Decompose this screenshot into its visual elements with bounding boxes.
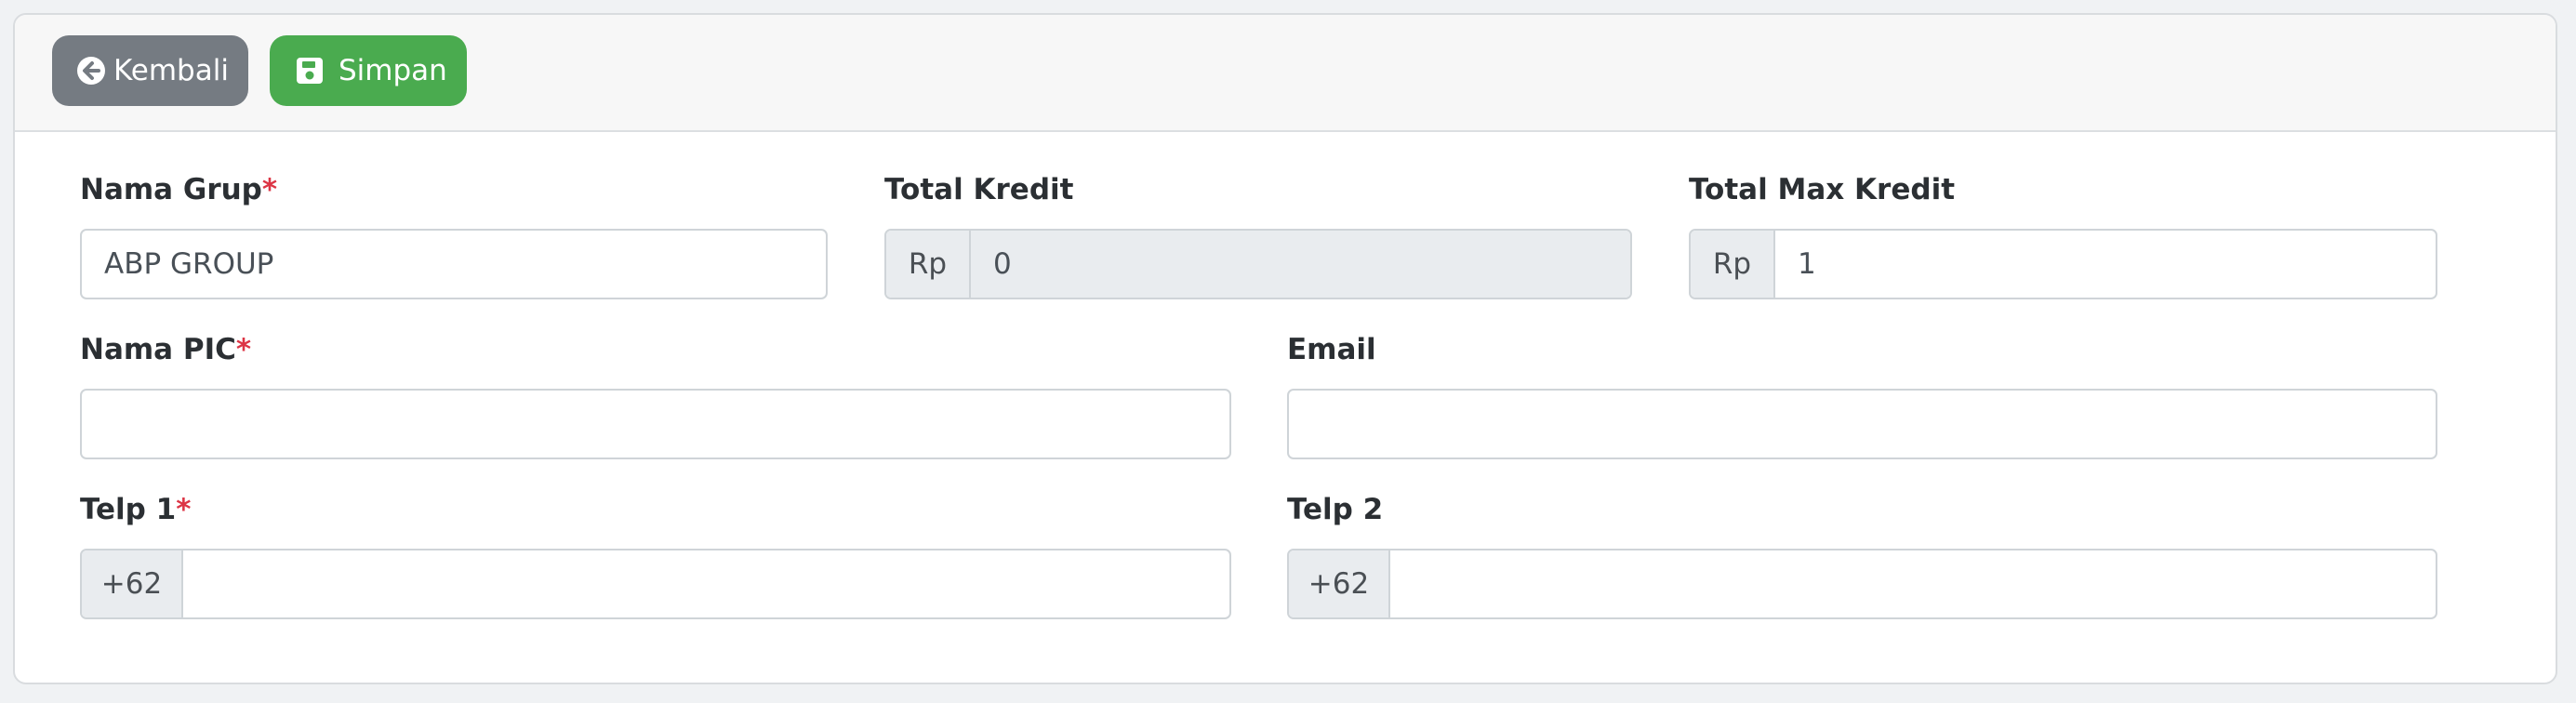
floppy-disk-icon xyxy=(296,56,325,86)
total-kredit-currency-addon: Rp xyxy=(886,231,971,298)
telp2-country-code-addon: +62 xyxy=(1289,550,1390,617)
telp1-label: Telp 1* xyxy=(80,493,192,526)
total-max-kredit-currency-addon: Rp xyxy=(1691,231,1775,298)
required-mark: * xyxy=(235,333,252,366)
required-mark: * xyxy=(261,173,278,206)
telp2-label: Telp 2 xyxy=(1287,493,1384,526)
nama-pic-label: Nama PIC* xyxy=(80,333,252,366)
nama-pic-input[interactable] xyxy=(80,389,1231,459)
save-button-label: Simpan xyxy=(339,54,447,87)
nama-grup-input[interactable]: ABP GROUP xyxy=(80,229,828,299)
back-button[interactable]: Kembali xyxy=(52,35,248,106)
total-kredit-label: Total Kredit xyxy=(884,173,1074,206)
back-button-label: Kembali xyxy=(113,54,229,87)
telp2-input[interactable]: +62 xyxy=(1287,549,2437,619)
total-max-kredit-input[interactable]: Rp 1 xyxy=(1689,229,2437,299)
total-kredit-input: Rp 0 xyxy=(884,229,1632,299)
nama-grup-label: Nama Grup* xyxy=(80,173,278,206)
email-label: Email xyxy=(1287,333,1376,366)
required-mark: * xyxy=(176,493,192,526)
group-form-card: Kembali Simpan Nama Grup* ABP GROUP Tota… xyxy=(13,13,2557,684)
telp1-country-code-addon: +62 xyxy=(82,550,183,617)
arrow-circle-left-icon xyxy=(76,56,106,86)
save-button[interactable]: Simpan xyxy=(270,35,467,106)
email-input[interactable] xyxy=(1287,389,2437,459)
card-header-toolbar: Kembali Simpan xyxy=(15,15,2556,132)
telp1-input[interactable]: +62 xyxy=(80,549,1231,619)
total-max-kredit-label: Total Max Kredit xyxy=(1689,173,1956,206)
